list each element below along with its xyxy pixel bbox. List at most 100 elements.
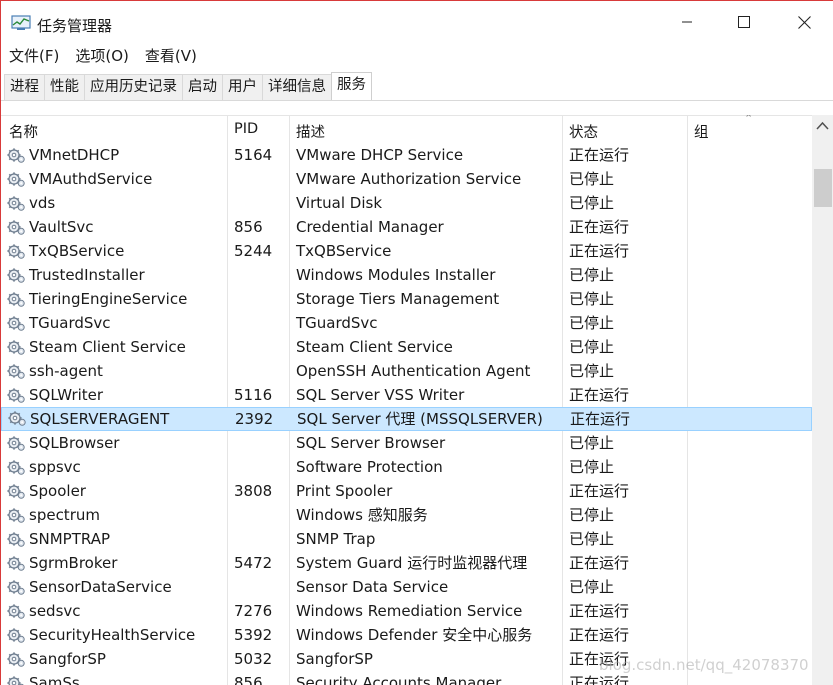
- service-name: Steam Client Service: [29, 338, 186, 356]
- service-gear-icon: [6, 530, 26, 548]
- table-row[interactable]: ssh-agent OpenSSH Authentication Agent 已停止: [1, 359, 812, 383]
- service-name: spectrum: [29, 506, 100, 524]
- service-status: 已停止: [569, 290, 615, 308]
- service-name: SgrmBroker: [29, 554, 118, 572]
- tab-processes[interactable]: 进程: [4, 74, 45, 100]
- column-header-pid[interactable]: PID: [234, 121, 258, 137]
- service-name: Spooler: [29, 482, 86, 500]
- service-gear-icon: [6, 338, 26, 356]
- table-row[interactable]: sppsvc Software Protection 已停止: [1, 455, 812, 479]
- table-row[interactable]: TrustedInstaller Windows Modules Installe…: [1, 263, 812, 287]
- table-row[interactable]: SQLBrowser SQL Server Browser 已停止: [1, 431, 812, 455]
- table-row[interactable]: Spooler 3808 Print Spooler 正在运行: [1, 479, 812, 503]
- service-gear-icon: [6, 314, 26, 332]
- service-description: Windows Defender 安全中心服务: [296, 626, 533, 644]
- table-row[interactable]: sedsvc 7276 Windows Remediation Service 正在运…: [1, 599, 812, 623]
- service-gear-icon: [6, 650, 26, 668]
- table-row[interactable]: SQLSERVERAGENT 2392 SQL Server 代理 (MSSQLSE…: [1, 407, 812, 431]
- tab-details[interactable]: 详细信息: [262, 74, 332, 100]
- service-gear-icon: [6, 578, 26, 596]
- service-pid: 7276: [234, 602, 273, 620]
- tab-performance[interactable]: 性能: [44, 74, 85, 100]
- service-status: 已停止: [569, 458, 615, 476]
- service-name: sppsvc: [29, 458, 81, 476]
- service-description: OpenSSH Authentication Agent: [296, 362, 531, 380]
- tab-users[interactable]: 用户: [222, 74, 263, 100]
- tab-services[interactable]: 服务: [331, 72, 372, 100]
- table-row[interactable]: TxQBService 5244 TxQBService 正在运行: [1, 239, 812, 263]
- tab-app-history[interactable]: 应用历史记录: [84, 74, 183, 100]
- service-gear-icon: [6, 290, 26, 308]
- table-row[interactable]: TieringEngineService Storage Tiers Manage…: [1, 287, 812, 311]
- service-status: 正在运行: [569, 386, 630, 404]
- service-status: 已停止: [569, 314, 615, 332]
- service-status: 正在运行: [569, 242, 630, 260]
- service-name: SensorDataService: [29, 578, 172, 596]
- table-header: 名称 PID 描述 状态 组 ⌃: [1, 115, 812, 143]
- service-pid: 856: [234, 674, 263, 685]
- maximize-button[interactable]: [714, 1, 774, 43]
- service-description: Storage Tiers Management: [296, 290, 500, 308]
- maximize-icon: [738, 16, 750, 28]
- scrollbar-thumb[interactable]: [814, 169, 832, 207]
- task-manager-icon: [11, 15, 31, 30]
- service-gear-icon: [6, 146, 26, 164]
- table-row[interactable]: Steam Client Service Steam Client Service…: [1, 335, 812, 359]
- table-row[interactable]: spectrum Windows 感知服务 已停止: [1, 503, 812, 527]
- title-bar[interactable]: 任务管理器: [1, 1, 833, 43]
- scroll-up-icon[interactable]: [816, 121, 829, 130]
- service-pid: 3808: [234, 482, 273, 500]
- service-name: ssh-agent: [29, 362, 103, 380]
- column-header-status[interactable]: 状态: [569, 121, 598, 142]
- service-name: SQLBrowser: [29, 434, 120, 452]
- service-status: 正在运行: [569, 602, 630, 620]
- service-description: SQL Server VSS Writer: [296, 386, 465, 404]
- menu-file[interactable]: 文件(F): [1, 45, 67, 67]
- service-status: 正在运行: [569, 626, 630, 644]
- service-gear-icon: [6, 170, 26, 188]
- service-status: 已停止: [569, 434, 615, 452]
- service-description: Windows 感知服务: [296, 506, 428, 524]
- service-status: 已停止: [569, 194, 615, 212]
- service-status: 已停止: [569, 530, 615, 548]
- service-description: Windows Modules Installer: [296, 266, 496, 284]
- service-pid: 5032: [234, 650, 273, 668]
- table-row[interactable]: SecurityHealthService 5392 Windows Defende…: [1, 623, 812, 647]
- service-gear-icon: [6, 674, 26, 685]
- table-row[interactable]: VMAuthdService VMware Authorization Servi…: [1, 167, 812, 191]
- table-row[interactable]: TGuardSvc TGuardSvc 已停止: [1, 311, 812, 335]
- service-description: System Guard 运行时监视器代理: [296, 554, 528, 572]
- column-header-group[interactable]: 组: [694, 121, 709, 142]
- service-status: 正在运行: [569, 482, 630, 500]
- table-row[interactable]: vds Virtual Disk 已停止: [1, 191, 812, 215]
- table-row[interactable]: VMnetDHCP 5164 VMware DHCP Service 正在运行: [1, 143, 812, 167]
- minimize-button[interactable]: [657, 1, 717, 43]
- table-row[interactable]: SQLWriter 5116 SQL Server VSS Writer 正在运行: [1, 383, 812, 407]
- service-name: SamSs: [29, 674, 80, 685]
- service-name: SangforSP: [29, 650, 106, 668]
- close-button[interactable]: [774, 1, 833, 43]
- service-gear-icon: [6, 434, 26, 452]
- table-row[interactable]: SNMPTRAP SNMP Trap 已停止: [1, 527, 812, 551]
- menu-view[interactable]: 查看(V): [137, 45, 205, 67]
- menu-bar: 文件(F) 选项(O) 查看(V): [1, 45, 205, 67]
- menu-options[interactable]: 选项(O): [67, 45, 137, 67]
- tab-startup[interactable]: 启动: [182, 74, 223, 100]
- vertical-scrollbar[interactable]: [812, 115, 833, 685]
- table-row[interactable]: VaultSvc 856 Credential Manager 正在运行: [1, 215, 812, 239]
- service-description: SangforSP: [296, 650, 373, 668]
- column-header-description[interactable]: 描述: [296, 121, 325, 142]
- service-gear-icon: [6, 386, 26, 404]
- table-row[interactable]: SgrmBroker 5472 System Guard 运行时监视器代理 正在运行: [1, 551, 812, 575]
- service-description: Credential Manager: [296, 218, 444, 236]
- services-table: 名称 PID 描述 状态 组 ⌃ VMnetDHCP 5164 VMware DHC…: [1, 115, 812, 685]
- service-gear-icon: [6, 242, 26, 260]
- service-description: VMware DHCP Service: [296, 146, 464, 164]
- column-header-name[interactable]: 名称: [9, 121, 38, 142]
- window-title: 任务管理器: [37, 17, 113, 35]
- service-gear-icon: [6, 218, 26, 236]
- service-description: SQL Server Browser: [296, 434, 446, 452]
- table-row[interactable]: SensorDataService Sensor Data Service 已停止: [1, 575, 812, 599]
- service-gear-icon: [7, 409, 27, 427]
- service-pid: 5116: [234, 386, 273, 404]
